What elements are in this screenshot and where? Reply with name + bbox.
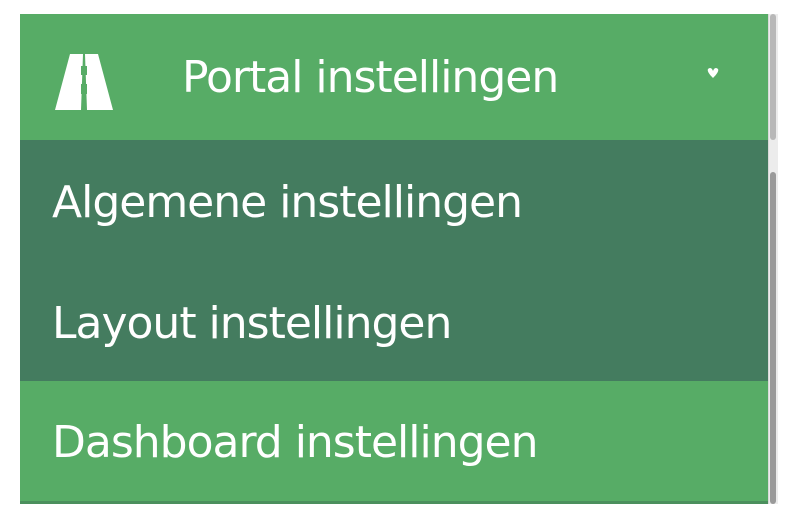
menu-item-label: Layout instellingen (52, 298, 452, 349)
menu-item-general-settings[interactable]: Algemene instellingen (20, 140, 768, 260)
menu-item-label: Algemene instellingen (52, 177, 523, 228)
menu-item-dashboard-settings[interactable]: Dashboard instellingen (20, 381, 768, 504)
menu-item-layout-settings[interactable]: Layout instellingen (20, 261, 768, 381)
menu-item-label: Dashboard instellingen (52, 417, 539, 468)
page: Portal instellingen Algemene instellinge… (0, 0, 796, 518)
vertical-scrollbar-segment[interactable] (770, 172, 776, 504)
road-icon (55, 54, 113, 110)
portal-settings-label: Portal instellingen (182, 52, 559, 103)
vertical-scrollbar-thumb[interactable] (770, 14, 776, 140)
chevron-down-icon[interactable] (705, 66, 721, 80)
sidebar-menu: Portal instellingen Algemene instellinge… (20, 14, 768, 504)
portal-settings-menu-header[interactable]: Portal instellingen (20, 14, 768, 140)
portal-settings-submenu: Algemene instellingen Layout instellinge… (20, 140, 768, 381)
